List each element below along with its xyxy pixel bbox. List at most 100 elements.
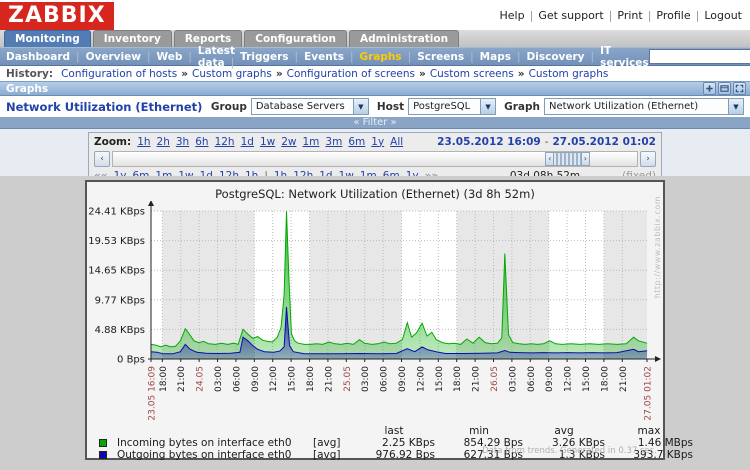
history-link[interactable]: Custom screens — [430, 68, 529, 80]
header-link[interactable]: Profile — [656, 9, 704, 22]
search-area: Search — [649, 48, 750, 65]
time-scrollbar-slider[interactable]: ‹ › — [545, 152, 590, 166]
time-scrollbar-track[interactable]: ‹ › — [112, 151, 638, 167]
sub-nav-item[interactable]: Latest data — [198, 45, 240, 69]
history-link[interactable]: Configuration of hosts — [61, 68, 192, 80]
chevron-down-icon: ▼ — [728, 99, 743, 114]
slider-right-handle[interactable]: › — [581, 152, 590, 166]
filter-toggle[interactable]: « Filter » — [0, 117, 750, 129]
svg-text:15:00: 15:00 — [435, 366, 445, 392]
sub-nav-item[interactable]: Graphs — [360, 51, 418, 63]
graph-select[interactable]: Network Utilization (Ethernet) ▼ — [544, 98, 744, 115]
header-link[interactable]: Get support — [538, 9, 617, 22]
group-select[interactable]: Database Servers ▼ — [251, 98, 369, 115]
svg-text:06:00: 06:00 — [232, 366, 242, 392]
slider-grip[interactable] — [554, 152, 581, 166]
svg-text:21:00: 21:00 — [324, 366, 334, 392]
sub-nav-item[interactable]: Events — [304, 51, 359, 63]
period-end[interactable]: 27.05.2012 01:02 — [552, 136, 656, 148]
chart-svg: 24.41 KBps19.53 KBps14.65 KBps9.77 KBps4… — [87, 201, 663, 423]
svg-text:9.77 KBps: 9.77 KBps — [95, 295, 145, 306]
header-links: HelpGet supportPrintProfileLogout — [500, 9, 750, 22]
sub-nav-item[interactable]: Overview — [86, 51, 157, 63]
host-select[interactable]: PostgreSQL ▼ — [408, 98, 496, 115]
legend-function: [avg] — [309, 449, 353, 461]
svg-text:27.05 01:02: 27.05 01:02 — [644, 366, 654, 421]
svg-text:15:00: 15:00 — [582, 366, 592, 392]
header-link[interactable]: Logout — [704, 9, 742, 22]
fullscreen-icon[interactable] — [733, 82, 746, 95]
legend-last-value: 2.25 KBps — [353, 437, 435, 449]
group-label: Group — [211, 101, 247, 113]
history-label: History: — [6, 68, 53, 80]
svg-text:09:00: 09:00 — [398, 366, 408, 392]
zoom-link[interactable]: 3h — [176, 136, 189, 148]
zoom-label: Zoom: — [94, 136, 131, 148]
graph-title: PostgreSQL: Network Utilization (Etherne… — [87, 182, 663, 201]
graph-image: PostgreSQL: Network Utilization (Etherne… — [85, 180, 665, 460]
svg-text:12:00: 12:00 — [564, 366, 574, 392]
svg-text:18:00: 18:00 — [159, 366, 169, 392]
chevron-down-icon: ▼ — [353, 99, 368, 114]
sub-nav-item[interactable]: Screens — [417, 51, 479, 63]
svg-text:12:00: 12:00 — [416, 366, 426, 392]
zoom-link[interactable]: 1w — [260, 136, 275, 148]
svg-text:18:00: 18:00 — [453, 366, 463, 392]
zoom-link[interactable]: 1m — [303, 136, 320, 148]
zoom-link[interactable]: 12h — [215, 136, 235, 148]
period-separator: - — [545, 136, 549, 148]
legend-function: [avg] — [309, 437, 353, 449]
period-start[interactable]: 23.05.2012 16:09 — [437, 136, 541, 148]
svg-text:03:00: 03:00 — [361, 366, 371, 392]
svg-text:4.88 KBps: 4.88 KBps — [95, 325, 145, 336]
host-select-value: PostgreSQL — [409, 101, 480, 112]
legend-header-avg: avg — [523, 425, 605, 437]
svg-text:25.05: 25.05 — [343, 366, 353, 392]
watermark: http://www.zabbix.com — [653, 196, 662, 298]
svg-text:18:00: 18:00 — [600, 366, 610, 392]
scroll-right-button[interactable]: › — [640, 151, 656, 167]
history-link[interactable]: Custom graphs — [529, 68, 609, 80]
history-link[interactable]: Configuration of screens — [287, 68, 430, 80]
zoom-link[interactable]: 1y — [371, 136, 384, 148]
svg-text:14.65 KBps: 14.65 KBps — [88, 266, 145, 277]
slider-left-handle[interactable]: ‹ — [545, 152, 554, 166]
sub-nav-item[interactable]: IT services — [600, 45, 649, 69]
svg-text:09:00: 09:00 — [251, 366, 261, 392]
zoom-link[interactable]: 3m — [325, 136, 342, 148]
add-graph-icon[interactable] — [703, 82, 716, 95]
zoom-link[interactable]: 2w — [281, 136, 296, 148]
legend-header-last: last — [353, 425, 435, 437]
section-title: Graphs — [4, 83, 701, 95]
zoom-link[interactable]: 2h — [157, 136, 170, 148]
zoom-links: 1h 2h 3h 6h 12h 1d 1w 2w 1m 3m 6m 1y All — [137, 136, 409, 148]
legend-last-value: 976.92 Bps — [353, 449, 435, 461]
scroll-left-button[interactable]: ‹ — [94, 151, 110, 167]
sub-nav-item[interactable]: Discovery — [527, 51, 601, 63]
zoom-link[interactable]: All — [390, 136, 403, 148]
zoom-link[interactable]: 6m — [348, 136, 365, 148]
slideshow-icon[interactable] — [718, 82, 731, 95]
svg-text:12:00: 12:00 — [269, 366, 279, 392]
history-link[interactable]: Custom graphs — [192, 68, 287, 80]
chart-plot-area[interactable]: 24.41 KBps19.53 KBps14.65 KBps9.77 KBps4… — [87, 201, 663, 423]
sub-nav: DashboardOverviewWebLatest dataTriggersE… — [0, 47, 750, 66]
sub-nav-item[interactable]: Triggers — [240, 51, 304, 63]
chevron-down-icon: ▼ — [480, 99, 495, 114]
header-link[interactable]: Print — [617, 9, 656, 22]
svg-text:21:00: 21:00 — [619, 366, 629, 392]
zabbix-logo[interactable]: ZABBIX — [0, 2, 114, 30]
search-input[interactable] — [649, 49, 750, 64]
header-link[interactable]: Help — [500, 9, 539, 22]
sub-nav-item[interactable]: Maps — [480, 51, 527, 63]
svg-text:24.05: 24.05 — [196, 366, 206, 392]
history-items: Configuration of hostsCustom graphsConfi… — [61, 68, 608, 80]
svg-text:23.05 16:09: 23.05 16:09 — [148, 366, 158, 421]
zoom-link[interactable]: 6h — [195, 136, 208, 148]
sub-nav-item[interactable]: Web — [156, 51, 197, 63]
zabbix-page: ZABBIX HelpGet supportPrintProfileLogout… — [0, 0, 750, 470]
sub-nav-items: DashboardOverviewWebLatest dataTriggersE… — [6, 45, 649, 69]
zoom-link[interactable]: 1h — [137, 136, 150, 148]
zoom-link[interactable]: 1d — [241, 136, 254, 148]
sub-nav-item[interactable]: Dashboard — [6, 51, 86, 63]
